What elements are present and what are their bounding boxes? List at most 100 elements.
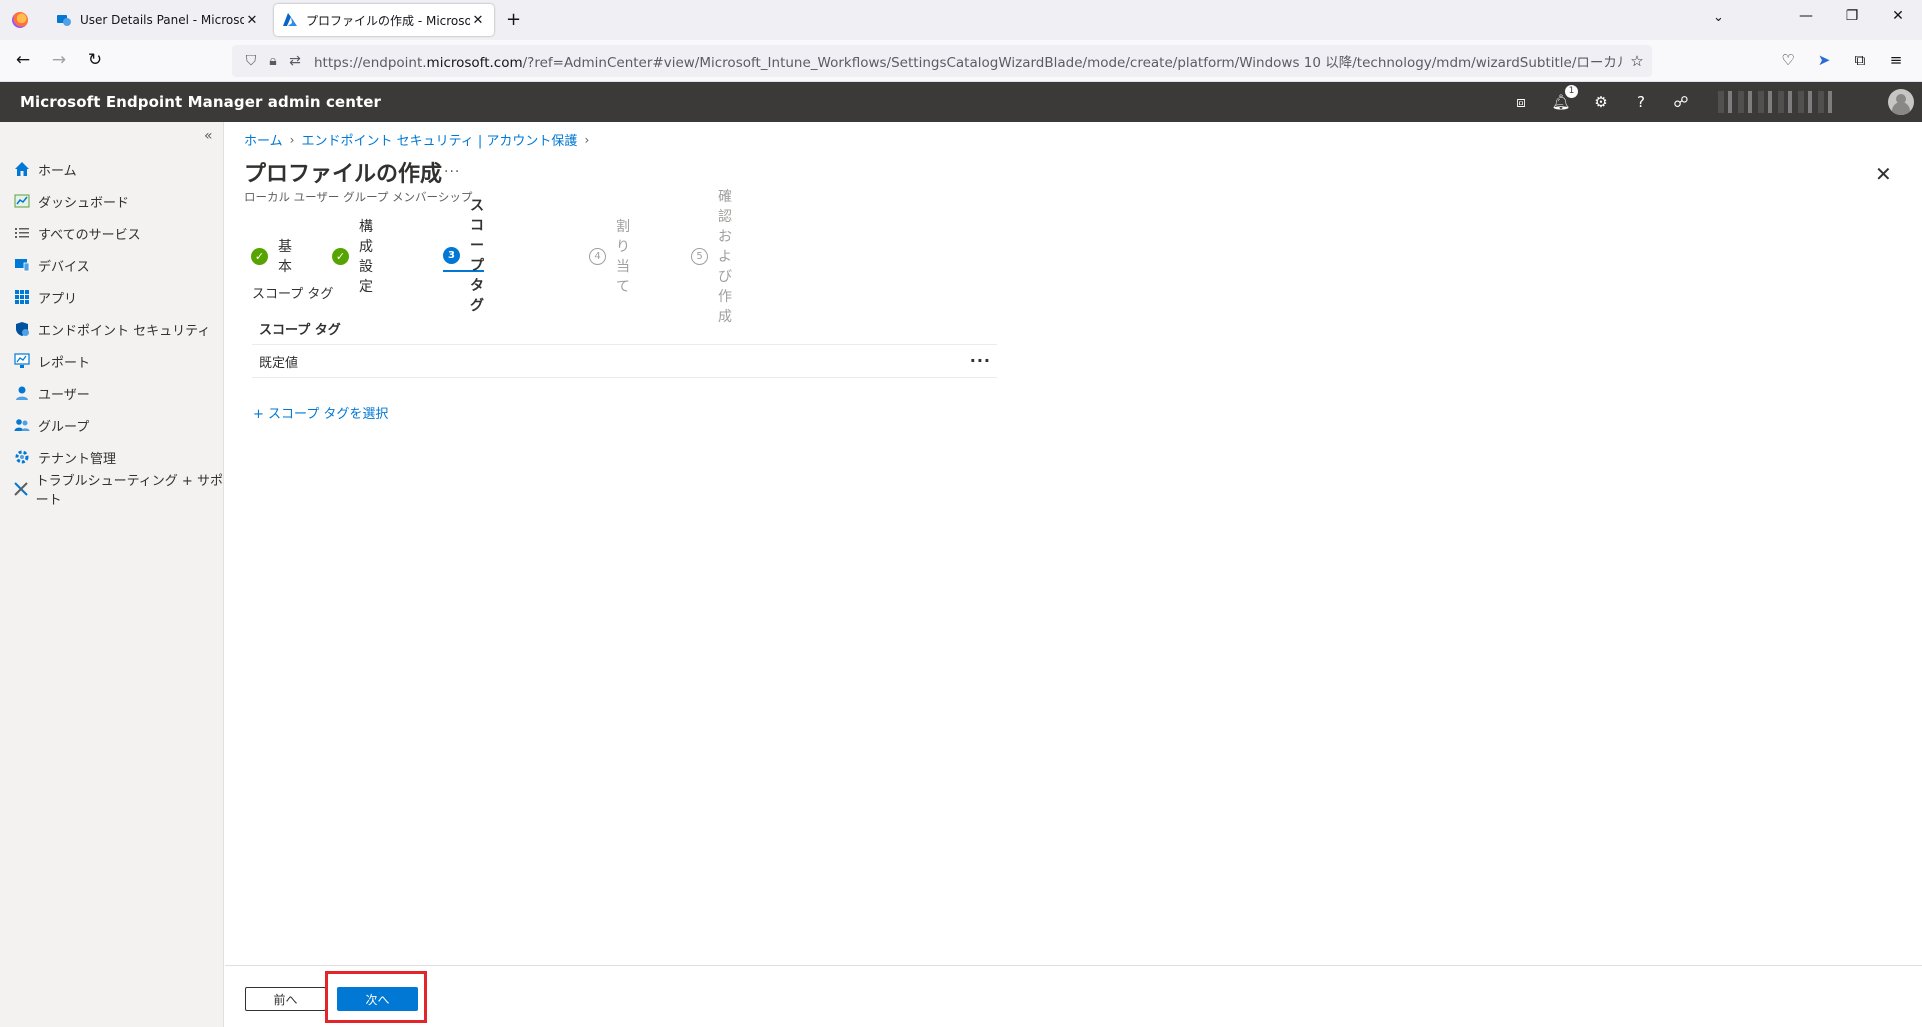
minimize-icon[interactable]: — [1796,8,1816,24]
feedback-icon[interactable]: ☍ [1670,91,1692,113]
intune-favicon-icon [56,12,72,28]
remote-help-icon[interactable]: ⧈ [1510,91,1532,113]
browser-tab-user-details[interactable]: User Details Panel - Microsoft 3 ✕ [48,4,268,36]
wizard-step-label: スコープ タグ [470,198,484,314]
forward-arrow-icon[interactable]: → [48,50,70,70]
tab-label: User Details Panel - Microsoft 3 [80,13,244,27]
row-more-options-icon[interactable]: ··· [970,351,991,370]
sidebar-item-tenant-admin[interactable]: テナント管理 [12,444,116,470]
select-scope-tags-link[interactable]: + スコープ タグを選択 [253,403,388,422]
sidebar-item-label: テナント管理 [38,451,117,467]
close-tab-icon[interactable]: ✕ [244,13,260,28]
browser-tab-create-profile[interactable]: プロファイルの作成 - Microsoft En ✕ [274,4,494,36]
group-icon [12,415,32,435]
sidebar-item-apps[interactable]: アプリ [12,284,77,310]
collapse-sidebar-icon[interactable]: « [204,128,213,144]
step-number-badge: 4 [589,247,606,265]
table-header: スコープ タグ [252,312,997,345]
sidebar-item-label: トラブルシューティング + サポート [35,474,223,508]
sidebar-item-label: ホーム [38,163,77,179]
home-icon [12,159,32,179]
sidebar-item-label: レポート [38,355,91,371]
chevron-right-icon: › [289,132,295,147]
scope-tags-section-label: スコープ タグ [252,287,334,302]
portal-title[interactable]: Microsoft Endpoint Manager admin center [20,93,381,111]
column-header-scope-tag: スコープ タグ [259,322,341,338]
scope-tag-value: 既定値 [259,355,299,371]
wizard-step-scope-tags[interactable]: 3 スコープ タグ [443,198,484,314]
sidebar-item-label: ユーザー [38,387,90,403]
url-bar[interactable]: ⛉ 🔒︎ ⇄ https://endpoint.microsoft.com/?r… [232,45,1652,77]
bookmark-star-icon[interactable]: ☆ [1622,52,1652,70]
wizard-step-configuration[interactable]: ✓ 構成設定 [332,219,373,295]
breadcrumb-home-link[interactable]: ホーム [244,130,283,149]
sidebar-item-home[interactable]: ホーム [12,156,77,182]
step-number-badge: 5 [691,247,708,265]
help-icon[interactable]: ? [1630,91,1652,113]
restore-icon[interactable]: ❐ [1842,8,1862,24]
new-tab-icon[interactable]: + [506,9,521,30]
tracking-shield-icon[interactable]: ⛉ [240,53,262,69]
wizard-step-assignments[interactable]: 4 割り当て [589,219,630,295]
pocket-icon[interactable]: ♡ [1777,51,1799,69]
sidebar-item-label: デバイス [38,259,90,275]
browser-tab-bar: User Details Panel - Microsoft 3 ✕ プロファイ… [0,0,1922,40]
sidebar-item-groups[interactable]: グループ [12,412,89,438]
redacted-account-info [1718,91,1838,113]
back-arrow-icon[interactable]: ← [12,50,34,70]
wizard-step-label: 基本 [278,239,292,275]
troubleshoot-icon [12,479,30,499]
dashboard-icon [12,191,32,211]
window-close-icon[interactable]: ✕ [1888,8,1908,24]
previous-button[interactable]: 前へ [245,987,326,1011]
close-tab-icon[interactable]: ✕ [470,13,486,28]
url-text[interactable]: https://endpoint.microsoft.com/?ref=Admi… [306,51,1622,71]
breadcrumb-endpoint-security-link[interactable]: エンドポイント セキュリティ | アカウント保護 [301,130,577,149]
more-options-icon[interactable]: ··· [444,164,460,180]
device-icon [12,255,32,275]
settings-gear-icon[interactable]: ⚙ [1590,91,1612,113]
close-blade-icon[interactable]: ✕ [1875,162,1892,186]
sidebar-item-label: エンドポイント セキュリティ [38,323,211,339]
step-number-badge: 3 [443,246,460,264]
sidebar-item-dashboard[interactable]: ダッシュボード [12,188,129,214]
sidebar: « ホーム ダッシュボード すべてのサービス デバイス アプリ エンドポイント … [0,122,224,1027]
wizard-step-label: 構成設定 [359,219,373,295]
sidebar-item-reports[interactable]: レポート [12,348,90,374]
avatar[interactable] [1888,89,1914,115]
wizard-step-label: 割り当て [616,219,630,295]
table-row: 既定値 ··· [252,345,997,378]
sidebar-item-label: すべてのサービス [38,227,141,243]
main-content: ホーム › エンドポイント セキュリティ | アカウント保護 › プロファイルの… [225,122,1922,1027]
hamburger-menu-icon[interactable]: ≡ [1885,51,1907,69]
shield-icon [12,319,32,339]
wizard-step-review-create[interactable]: 5 確認および作成 [691,189,732,325]
extension-arrow-icon[interactable]: ➤ [1813,51,1835,69]
user-icon [12,383,32,403]
sidebar-item-users[interactable]: ユーザー [12,380,90,406]
checkmark-icon: ✓ [251,247,268,265]
notifications-bell-icon[interactable]: 🔔︎ 1 [1550,85,1578,113]
wizard-step-basics[interactable]: ✓ 基本 [251,239,292,275]
scope-tags-table: スコープ タグ 既定値 ··· [252,312,997,378]
sidebar-item-devices[interactable]: デバイス [12,252,90,278]
breadcrumb: ホーム › エンドポイント セキュリティ | アカウント保護 › [244,130,596,150]
lock-icon[interactable]: 🔒︎ [262,53,284,69]
permissions-icon[interactable]: ⇄ [284,53,306,69]
sidebar-item-troubleshooting[interactable]: トラブルシューティング + サポート [12,474,223,508]
tenant-icon [12,447,32,467]
extensions-puzzle-icon[interactable]: ⧉ [1849,51,1871,69]
reload-icon[interactable]: ↻ [84,50,106,70]
tab-label: プロファイルの作成 - Microsoft En [306,13,470,28]
azure-favicon-icon [282,12,298,28]
notification-badge: 1 [1565,85,1578,98]
list-icon [12,223,32,243]
list-tabs-chevron-icon[interactable]: ⌄ [1713,10,1724,25]
apps-icon [12,287,32,307]
sidebar-item-all-services[interactable]: すべてのサービス [12,220,141,246]
report-icon [12,351,32,371]
browser-nav-bar: ← → ↻ ⛉ 🔒︎ ⇄ https://endpoint.microsoft.… [0,40,1922,82]
firefox-logo-icon[interactable] [12,12,28,28]
page-subtitle: ローカル ユーザー グループ メンバーシップ [244,190,473,204]
sidebar-item-endpoint-security[interactable]: エンドポイント セキュリティ [12,316,210,342]
